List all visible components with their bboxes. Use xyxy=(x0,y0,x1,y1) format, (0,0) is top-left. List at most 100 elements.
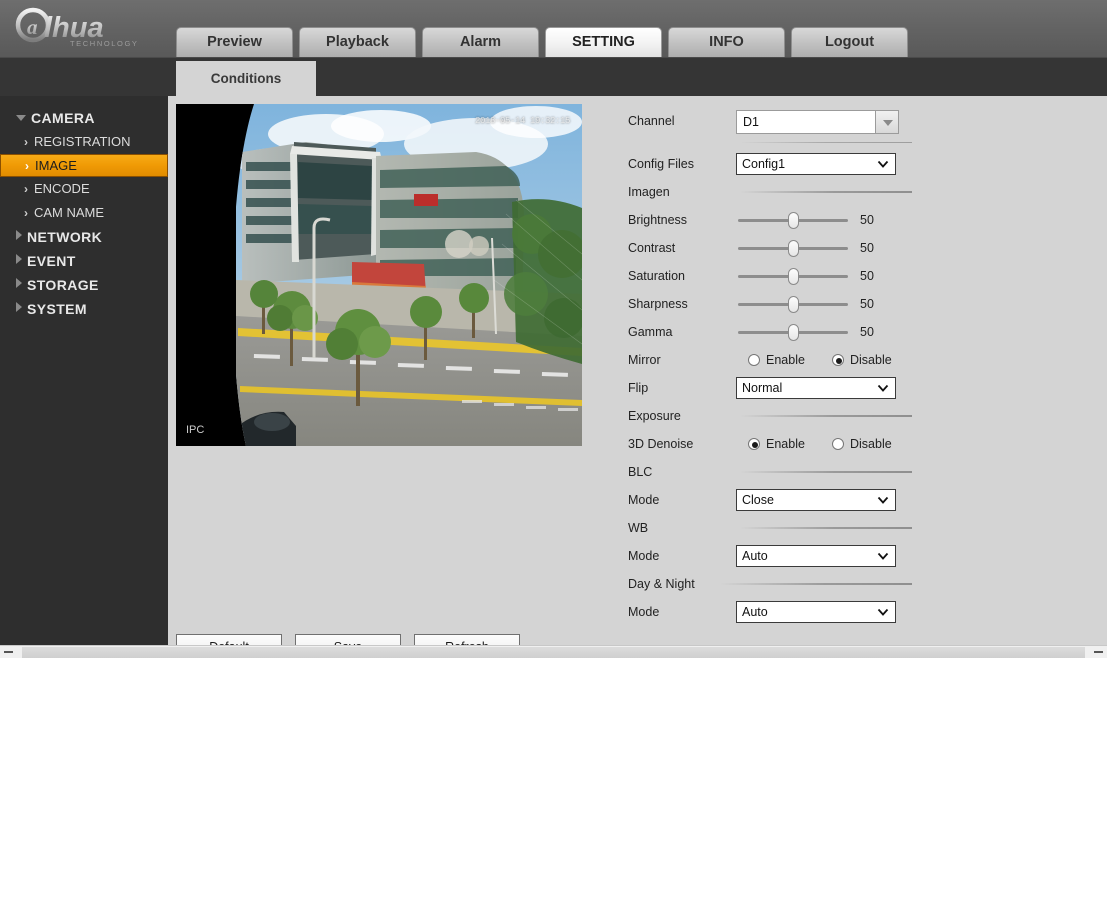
row-day-night-mode: Mode Auto xyxy=(628,598,928,626)
saturation-label: Saturation xyxy=(628,269,685,283)
tab-conditions[interactable]: Conditions xyxy=(176,61,316,96)
chevron-right-icon: › xyxy=(24,206,28,220)
mirror-disable-radio[interactable]: Disable xyxy=(832,346,892,374)
sidebar-item-image[interactable]: › IMAGE xyxy=(0,154,168,177)
slider-knob[interactable] xyxy=(788,324,799,341)
row-sharpness: Sharpness 50 xyxy=(628,290,928,318)
row-gamma: Gamma 50 xyxy=(628,318,928,346)
chevron-down-icon xyxy=(877,608,889,616)
nav-tab-info[interactable]: INFO xyxy=(668,27,785,57)
denoise-3d-radio-group: Enable Disable xyxy=(748,430,928,458)
wb-mode-select[interactable]: Auto xyxy=(736,542,896,567)
denoise-3d-enable-radio[interactable]: Enable xyxy=(748,430,805,458)
chevron-right-icon: › xyxy=(25,159,29,173)
sidebar-item-registration[interactable]: › REGISTRATION xyxy=(0,130,168,154)
mirror-label: Mirror xyxy=(628,353,661,367)
contrast-slider[interactable]: 50 xyxy=(736,234,874,262)
nav-tab-preview[interactable]: Preview xyxy=(176,27,293,57)
section-blc: BLC xyxy=(628,458,928,486)
blc-mode-select[interactable]: Close xyxy=(736,486,896,511)
mirror-radio-group: Enable Disable xyxy=(748,346,928,374)
channel-combo[interactable]: D1 xyxy=(736,108,899,134)
contrast-label: Contrast xyxy=(628,241,676,255)
day-night-mode-select[interactable]: Auto xyxy=(736,598,896,623)
brightness-slider[interactable]: 50 xyxy=(736,206,874,234)
config-files-value: Config1 xyxy=(742,157,786,171)
video-preview[interactable]: 2018-05-14 19:32:15 IPC xyxy=(176,104,582,446)
sidebar-group-storage[interactable]: STORAGE xyxy=(0,273,168,297)
saturation-slider[interactable]: 50 xyxy=(736,262,874,290)
section-wb: WB xyxy=(628,514,928,542)
sidebar-item-encode-label: ENCODE xyxy=(34,181,90,196)
sharpness-value: 50 xyxy=(860,297,874,311)
slider-knob[interactable] xyxy=(788,268,799,285)
row-wb-mode: Mode Auto xyxy=(628,542,928,570)
svg-text:a: a xyxy=(27,15,38,39)
chevron-down-icon xyxy=(16,115,26,121)
gamma-value: 50 xyxy=(860,325,874,339)
chevron-right-icon xyxy=(16,278,22,288)
blc-mode-value: Close xyxy=(742,493,774,507)
row-saturation: Saturation 50 xyxy=(628,262,928,290)
camera-web-ui: a lhua TECHNOLOGY Preview Playback Alarm… xyxy=(0,0,1107,658)
mirror-disable-label: Disable xyxy=(850,353,892,367)
body-region: CAMERA › REGISTRATION › IMAGE › ENCODE › CAM… xyxy=(0,96,1107,658)
video-timestamp-osd: 2018-05-14 19:32:15 xyxy=(474,116,570,126)
denoise-3d-disable-label: Disable xyxy=(850,437,892,451)
chevron-right-icon xyxy=(16,254,22,264)
scroll-left-arrow-icon[interactable] xyxy=(0,646,17,658)
blc-mode-label: Mode xyxy=(628,493,660,507)
denoise-3d-disable-radio[interactable]: Disable xyxy=(832,430,892,458)
section-imagen-label: Imagen xyxy=(628,185,670,199)
brand-logo-icon: a lhua TECHNOLOGY xyxy=(15,7,137,48)
slider-knob[interactable] xyxy=(788,240,799,257)
radio-dot-icon xyxy=(832,438,844,450)
section-wb-label: WB xyxy=(628,521,649,535)
brightness-label: Brightness xyxy=(628,213,688,227)
sidebar-group-system[interactable]: SYSTEM xyxy=(0,297,168,321)
app-header: a lhua TECHNOLOGY Preview Playback Alarm… xyxy=(0,0,1107,58)
row-blc-mode: Mode Close xyxy=(628,486,928,514)
radio-dot-icon xyxy=(748,438,760,450)
image-settings-panel: Channel D1 Config Files Config1 Imagen B… xyxy=(628,96,928,626)
dahua-logo: a lhua TECHNOLOGY xyxy=(14,6,162,50)
sidebar-item-encode[interactable]: › ENCODE xyxy=(0,177,168,201)
scroll-right-arrow-icon[interactable] xyxy=(1090,646,1107,658)
channel-value[interactable]: D1 xyxy=(736,110,875,134)
gamma-slider[interactable]: 50 xyxy=(736,318,874,346)
sharpness-label: Sharpness xyxy=(628,297,688,311)
sidebar-nav: CAMERA › REGISTRATION › IMAGE › ENCODE › CAM… xyxy=(0,96,168,658)
row-flip: Flip Normal xyxy=(628,374,928,402)
nav-tab-alarm[interactable]: Alarm xyxy=(422,27,539,57)
flip-label: Flip xyxy=(628,381,649,395)
sharpness-slider[interactable]: 50 xyxy=(736,290,874,318)
chevron-down-icon xyxy=(877,552,889,560)
nav-tab-logout[interactable]: Logout xyxy=(791,27,908,57)
nav-tab-playback[interactable]: Playback xyxy=(299,27,416,57)
sidebar-group-network[interactable]: NETWORK xyxy=(0,225,168,249)
slider-knob[interactable] xyxy=(788,296,799,313)
section-exposure: Exposure xyxy=(628,402,928,430)
config-files-select[interactable]: Config1 xyxy=(736,150,896,175)
chevron-right-icon xyxy=(16,230,22,240)
config-files-label: Config Files xyxy=(628,157,694,171)
section-blc-label: BLC xyxy=(628,465,653,479)
horizontal-scrollbar[interactable] xyxy=(0,645,1107,658)
sidebar-group-camera-label: CAMERA xyxy=(31,110,95,126)
brightness-value: 50 xyxy=(860,213,874,227)
row-contrast: Contrast 50 xyxy=(628,234,928,262)
sidebar-item-cam-name[interactable]: › CAM NAME xyxy=(0,201,168,225)
sidebar-group-camera[interactable]: CAMERA xyxy=(0,106,168,130)
slider-knob[interactable] xyxy=(788,212,799,229)
flip-select[interactable]: Normal xyxy=(736,374,896,399)
sidebar-group-event[interactable]: EVENT xyxy=(0,249,168,273)
row-brightness: Brightness 50 xyxy=(628,206,928,234)
main-content: 2018-05-14 19:32:15 IPC Default Save Ref… xyxy=(168,96,1107,658)
day-night-mode-label: Mode xyxy=(628,605,660,619)
channel-dropdown-arrow-icon[interactable] xyxy=(875,110,899,134)
section-imagen: Imagen xyxy=(628,178,928,206)
mirror-enable-radio[interactable]: Enable xyxy=(748,346,805,374)
nav-tab-setting[interactable]: SETTING xyxy=(545,27,662,57)
radio-dot-icon xyxy=(832,354,844,366)
scrollbar-thumb[interactable] xyxy=(22,647,1085,658)
